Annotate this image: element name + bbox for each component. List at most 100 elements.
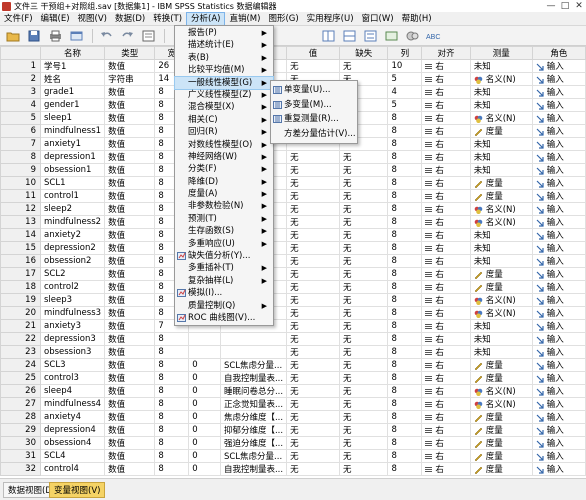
table-row[interactable]: 16 obsession2 数值 8 无 无 8 右 未知 输入 <box>0 254 586 268</box>
cell-type[interactable]: 数值 <box>104 124 156 138</box>
cell-align[interactable]: 右 <box>421 436 471 450</box>
analyze-menu-item-20[interactable]: 复杂抽样(L) ▶ <box>175 275 273 287</box>
cell-label[interactable]: SCL焦虑分量... <box>219 449 288 463</box>
cell-role[interactable]: 输入 <box>531 72 586 86</box>
cell-col[interactable]: 8 <box>387 436 423 450</box>
cell-type[interactable]: 数值 <box>104 163 156 177</box>
cell-col[interactable]: 8 <box>387 293 423 307</box>
cell-col[interactable]: 5 <box>387 72 423 86</box>
cell-meas[interactable]: 未知 <box>469 254 533 268</box>
cell-name[interactable]: anxiety2 <box>39 228 106 242</box>
cell-type[interactable]: 数值 <box>104 176 156 190</box>
row-number[interactable]: 3 <box>0 85 41 99</box>
row-number[interactable]: 19 <box>0 293 41 307</box>
cell-role[interactable]: 输入 <box>531 59 586 73</box>
cell-dec[interactable]: 0 <box>188 462 221 476</box>
cell-meas[interactable]: 名义(N) <box>469 72 533 86</box>
cell-col[interactable]: 8 <box>387 241 423 255</box>
cell-type[interactable]: 数值 <box>104 202 156 216</box>
row-number[interactable]: 18 <box>0 280 41 294</box>
cell-role[interactable]: 输入 <box>531 462 586 476</box>
analyze-menu-item-2[interactable]: 表(B) ▶ <box>175 52 273 64</box>
cell-col[interactable]: 8 <box>387 280 423 294</box>
table-row[interactable]: 13 mindfulness2 数值 8 无 无 8 右 名义(N) 输入 <box>0 215 586 229</box>
cell-align[interactable]: 右 <box>421 384 471 398</box>
cell-meas[interactable]: 未知 <box>469 150 533 164</box>
cell-val[interactable]: 无 <box>286 293 340 307</box>
row-number[interactable]: 25 <box>0 371 41 385</box>
row-number[interactable]: 28 <box>0 410 41 424</box>
row-number[interactable]: 31 <box>0 449 41 463</box>
cell-miss[interactable]: 无 <box>338 267 389 281</box>
cell-meas[interactable]: 度量 <box>469 176 533 190</box>
analyze-menu-item-16[interactable]: 生存函数(S) ▶ <box>175 225 273 237</box>
cell-val[interactable]: 无 <box>286 462 340 476</box>
cell-align[interactable]: 右 <box>421 332 471 346</box>
cell-col[interactable]: 8 <box>387 176 423 190</box>
cell-name[interactable]: SCL4 <box>39 449 106 463</box>
cell-val[interactable]: 无 <box>286 306 340 320</box>
cell-miss[interactable]: 无 <box>338 384 389 398</box>
save-icon[interactable] <box>25 28 43 44</box>
cell-val[interactable]: 无 <box>286 345 340 359</box>
column-header[interactable]: 角色 <box>531 46 586 60</box>
menu-9[interactable]: 窗口(W) <box>358 12 398 26</box>
cell-meas[interactable]: 名义(N) <box>469 397 533 411</box>
row-number[interactable]: 26 <box>0 384 41 398</box>
use-sets-icon[interactable] <box>403 28 421 44</box>
menu-6[interactable]: 直销(M) <box>225 12 264 26</box>
cell-val[interactable]: 无 <box>286 423 340 437</box>
cell-val[interactable]: 无 <box>286 150 340 164</box>
cell-name[interactable]: control2 <box>39 280 106 294</box>
table-row[interactable]: 32 control4 数值 8 0 自我控制量表... 无 无 8 右 度量 输入 <box>0 462 586 476</box>
cell-val[interactable]: 无 <box>286 59 340 73</box>
cell-type[interactable]: 数值 <box>104 150 156 164</box>
cell-type[interactable]: 数值 <box>104 436 156 450</box>
cell-type[interactable]: 数值 <box>104 85 156 99</box>
cell-type[interactable]: 数值 <box>104 306 156 320</box>
table-row[interactable]: 26 sleep4 数值 8 0 睡眠问卷总分... 无 无 8 右 名义(N) 输入 <box>0 384 586 398</box>
cell-meas[interactable]: 度量 <box>469 436 533 450</box>
cell-role[interactable]: 输入 <box>531 189 586 203</box>
cell-type[interactable]: 字符串 <box>104 72 156 86</box>
cell-name[interactable]: SCL1 <box>39 176 106 190</box>
cell-val[interactable]: 无 <box>286 189 340 203</box>
cell-type[interactable]: 数值 <box>104 59 156 73</box>
cell-dec[interactable]: 0 <box>188 410 221 424</box>
cell-dec[interactable] <box>188 345 221 359</box>
menu-8[interactable]: 实用程序(U) <box>303 12 358 26</box>
cell-meas[interactable]: 度量 <box>469 462 533 476</box>
cell-miss[interactable]: 无 <box>338 215 389 229</box>
cell-miss[interactable]: 无 <box>338 332 389 346</box>
select-cases-icon[interactable] <box>361 28 379 44</box>
cell-w[interactable]: 8 <box>154 423 190 437</box>
cell-miss[interactable]: 无 <box>338 423 389 437</box>
cell-type[interactable]: 数值 <box>104 293 156 307</box>
cell-align[interactable]: 右 <box>421 189 471 203</box>
row-number[interactable]: 30 <box>0 436 41 450</box>
maximize-button[interactable]: □ <box>558 0 572 12</box>
cell-col[interactable]: 8 <box>387 137 423 151</box>
cell-type[interactable]: 数值 <box>104 111 156 125</box>
cell-val[interactable]: 无 <box>286 449 340 463</box>
cell-val[interactable]: 无 <box>286 254 340 268</box>
cell-w[interactable]: 8 <box>154 371 190 385</box>
cell-val[interactable]: 无 <box>286 176 340 190</box>
cell-val[interactable]: 无 <box>286 371 340 385</box>
row-number[interactable]: 23 <box>0 345 41 359</box>
cell-meas[interactable]: 度量 <box>469 371 533 385</box>
cell-type[interactable]: 数值 <box>104 228 156 242</box>
cell-type[interactable]: 数值 <box>104 423 156 437</box>
cell-role[interactable]: 输入 <box>531 384 586 398</box>
cell-align[interactable]: 右 <box>421 423 471 437</box>
cell-val[interactable]: 无 <box>286 267 340 281</box>
row-number[interactable]: 10 <box>0 176 41 190</box>
glm-submenu-item-0[interactable]: 单变量(U)... <box>271 83 357 98</box>
row-number[interactable]: 8 <box>0 150 41 164</box>
cell-align[interactable]: 右 <box>421 319 471 333</box>
cell-col[interactable]: 4 <box>387 85 423 99</box>
cell-meas[interactable]: 名义(N) <box>469 111 533 125</box>
cell-name[interactable]: grade1 <box>39 85 106 99</box>
cell-align[interactable]: 右 <box>421 449 471 463</box>
cell-miss[interactable]: 无 <box>338 176 389 190</box>
